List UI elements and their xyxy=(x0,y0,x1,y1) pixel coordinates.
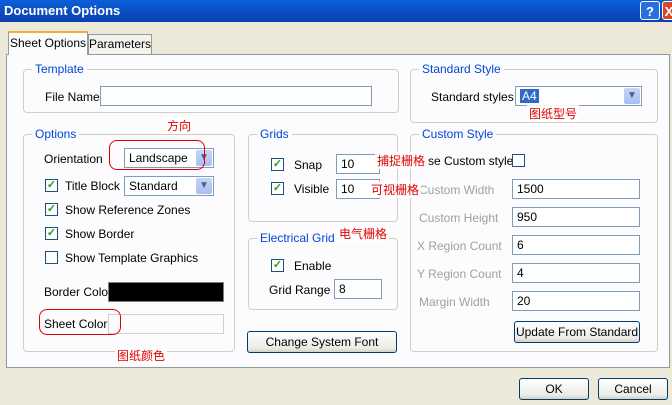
cancel-button[interactable]: Cancel xyxy=(598,378,668,400)
snap-input[interactable]: 10 xyxy=(336,154,380,174)
enable-label: Enable xyxy=(294,259,332,273)
tab-panel: Template File Name Standard Style Standa… xyxy=(6,54,670,368)
ok-button[interactable]: OK xyxy=(519,378,589,400)
y-region-count-label: Y Region Count xyxy=(417,267,502,281)
show-template-graphics-checkbox[interactable] xyxy=(45,251,58,264)
visible-checkbox[interactable]: ✓ xyxy=(271,182,284,195)
electrical-grid-group-title: Electrical Grid xyxy=(257,231,338,245)
orientation-highlight xyxy=(109,140,205,170)
chevron-down-icon[interactable]: ▼ xyxy=(624,88,640,104)
snap-label: Snap xyxy=(294,158,323,172)
x-region-count-input[interactable]: 6 xyxy=(512,235,640,255)
chevron-down-icon[interactable]: ▼ xyxy=(196,178,212,194)
options-group-title: Options xyxy=(32,127,80,141)
visible-annotation: 可视栅格 xyxy=(369,181,422,198)
visible-label: Visible xyxy=(294,182,330,196)
help-button[interactable]: ? xyxy=(640,1,660,20)
standard-styles-select[interactable]: A4 ▼ xyxy=(515,86,642,106)
tab-parameters[interactable]: Parameters xyxy=(88,34,152,54)
standard-style-group-title: Standard Style xyxy=(419,62,504,76)
sheet-color-highlight xyxy=(39,309,121,335)
show-reference-zones-label: Show Reference Zones xyxy=(65,203,191,217)
paper-size-annotation: 图纸型号 xyxy=(527,105,580,122)
snap-annotation: 捕捉栅格 xyxy=(375,152,428,169)
update-from-standard-button[interactable]: Update From Standard xyxy=(514,321,640,343)
orientation-annotation: 方向 xyxy=(165,117,194,134)
use-custom-style-checkbox[interactable] xyxy=(512,154,525,167)
title-block-label: Title Block xyxy=(65,179,120,193)
border-color-swatch[interactable] xyxy=(108,282,224,302)
grids-group: Grids xyxy=(248,127,398,222)
sheet-color-swatch[interactable] xyxy=(108,314,224,334)
grid-range-label: Grid Range xyxy=(269,283,331,297)
grids-group-title: Grids xyxy=(257,127,292,141)
template-group-title: Template xyxy=(32,62,87,76)
title-bar: Document Options ? X xyxy=(0,0,672,22)
y-region-count-input[interactable]: 4 xyxy=(512,263,640,283)
electrical-grid-annotation: 电气栅格 xyxy=(337,225,390,242)
margin-width-input[interactable]: 20 xyxy=(512,291,640,311)
custom-style-group-title: Custom Style xyxy=(419,127,497,141)
title-block-checkbox[interactable]: ✓ xyxy=(45,179,58,192)
custom-height-label: Custom Height xyxy=(419,211,499,225)
use-custom-style-label: se Custom style xyxy=(428,154,514,168)
show-template-graphics-label: Show Template Graphics xyxy=(65,251,199,265)
window-title: Document Options xyxy=(4,3,121,18)
x-region-count-label: X Region Count xyxy=(417,239,502,253)
border-color-label: Border Color xyxy=(44,285,113,299)
custom-width-input[interactable]: 1500 xyxy=(512,179,640,199)
show-reference-zones-checkbox[interactable]: ✓ xyxy=(45,203,58,216)
title-block-select[interactable]: Standard ▼ xyxy=(124,176,214,196)
enable-checkbox[interactable]: ✓ xyxy=(271,259,284,272)
custom-width-label: Custom Width xyxy=(419,183,495,197)
grid-range-input[interactable]: 8 xyxy=(334,279,382,299)
tab-sheet-options[interactable]: Sheet Options xyxy=(8,31,88,55)
show-border-label: Show Border xyxy=(65,227,135,241)
file-name-input[interactable] xyxy=(100,86,372,106)
orientation-label: Orientation xyxy=(44,152,103,166)
change-system-font-button[interactable]: Change System Font xyxy=(247,331,397,353)
electrical-grid-group: Electrical Grid xyxy=(248,231,398,310)
custom-height-input[interactable]: 950 xyxy=(512,207,640,227)
standard-styles-label: Standard styles xyxy=(431,90,514,104)
standard-styles-value: A4 xyxy=(520,89,539,103)
close-button[interactable]: X xyxy=(662,1,672,20)
file-name-label: File Name xyxy=(45,90,100,104)
snap-checkbox[interactable]: ✓ xyxy=(271,158,284,171)
title-block-value: Standard xyxy=(129,179,178,193)
show-border-checkbox[interactable]: ✓ xyxy=(45,227,58,240)
sheet-color-annotation: 图纸颜色 xyxy=(115,347,168,364)
margin-width-label: Margin Width xyxy=(419,295,490,309)
